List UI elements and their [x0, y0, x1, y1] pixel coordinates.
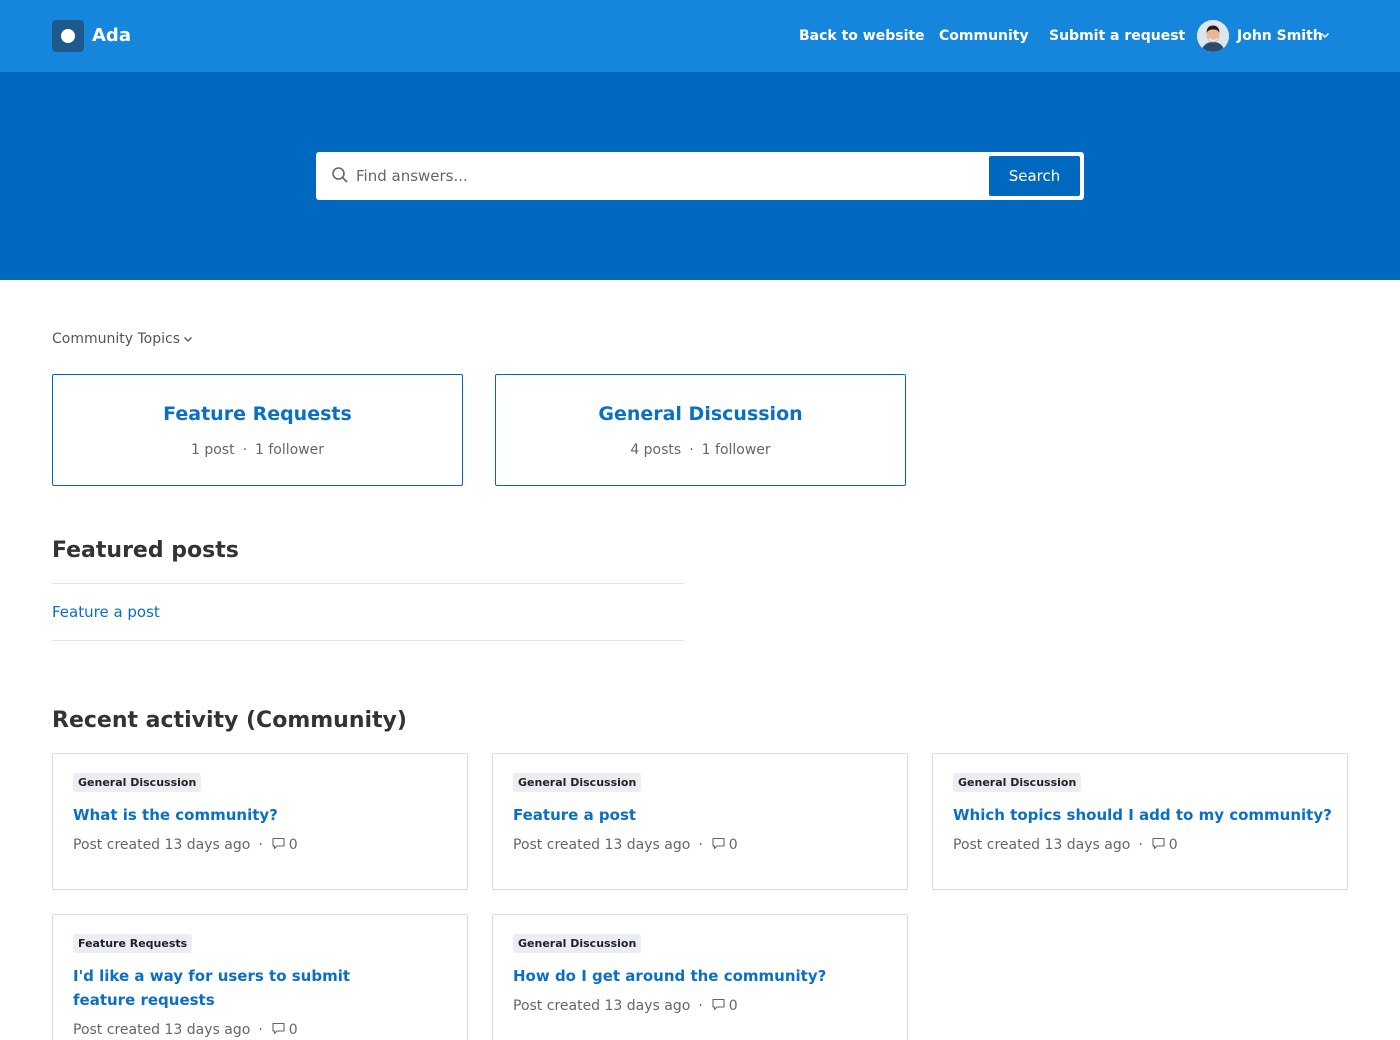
- top-navigation-bar: Ada Back to website Community Submit a r…: [0, 0, 1400, 72]
- comment-count: 0: [288, 1022, 298, 1038]
- user-menu-toggle[interactable]: John Smith: [1237, 26, 1323, 46]
- separator-dot: ·: [242, 442, 248, 458]
- separator-dot: ·: [1138, 837, 1143, 853]
- comment-count: 0: [728, 998, 738, 1014]
- separator-dot: ·: [689, 442, 694, 458]
- topic-tag[interactable]: General Discussion: [513, 934, 642, 953]
- topic-tag[interactable]: General Discussion: [513, 773, 642, 792]
- post-meta: Post created 13 days ago · 0: [73, 1020, 298, 1040]
- chevron-down-icon[interactable]: [183, 334, 193, 344]
- post-meta: Post created 13 days ago · 0: [73, 835, 298, 855]
- divider: [52, 640, 684, 641]
- post-created-text: Post created 13 days ago: [513, 998, 691, 1014]
- separator-dot: ·: [258, 837, 263, 853]
- comment-count: 0: [728, 837, 738, 853]
- post-title-link[interactable]: Feature a post: [513, 803, 863, 827]
- topic-meta: 1 post · 1 follower: [53, 441, 462, 459]
- separator-dot: ·: [698, 998, 703, 1014]
- search-button[interactable]: Search: [989, 156, 1080, 196]
- nav-community-link[interactable]: Community: [939, 26, 1029, 46]
- activity-card: General Discussion What is the community…: [52, 753, 468, 890]
- topic-tag[interactable]: General Discussion: [73, 773, 202, 792]
- comment-icon: [712, 998, 725, 1011]
- post-meta: Post created 13 days ago · 0: [513, 996, 738, 1016]
- topic-follower-count: 1 follower: [701, 442, 771, 458]
- recent-activity-heading: Recent activity (Community): [52, 708, 407, 733]
- post-title-link[interactable]: What is the community?: [73, 803, 423, 827]
- topic-post-count: 4 posts: [630, 442, 682, 458]
- topic-title[interactable]: General Discussion: [496, 402, 905, 426]
- activity-card: General Discussion Feature a post Post c…: [492, 753, 908, 890]
- nav-submit-request-link[interactable]: Submit a request: [1049, 26, 1185, 46]
- search-form: Search: [316, 152, 1084, 200]
- post-title-link[interactable]: Which topics should I add to my communit…: [953, 803, 1333, 827]
- divider: [52, 583, 684, 584]
- post-title-link[interactable]: I'd like a way for users to submit featu…: [73, 964, 413, 1012]
- community-topics-dropdown[interactable]: Community Topics: [52, 330, 180, 348]
- comment-count: 0: [1168, 837, 1178, 853]
- comment-count: 0: [288, 837, 298, 853]
- topic-post-count: 1 post: [190, 442, 235, 458]
- post-meta: Post created 13 days ago · 0: [953, 835, 1178, 855]
- post-created-text: Post created 13 days ago: [73, 1022, 251, 1038]
- comment-icon: [272, 837, 285, 850]
- topic-card-feature-requests[interactable]: Feature Requests 1 post · 1 follower: [52, 374, 463, 486]
- featured-posts-heading: Featured posts: [52, 538, 239, 563]
- activity-card: General Discussion Which topics should I…: [932, 753, 1348, 890]
- comment-icon: [712, 837, 725, 850]
- comment-icon: [272, 1022, 285, 1035]
- feature-a-post-link[interactable]: Feature a post: [52, 602, 160, 622]
- topic-tag[interactable]: Feature Requests: [73, 934, 193, 953]
- post-created-text: Post created 13 days ago: [73, 837, 251, 853]
- nav-back-to-website-link[interactable]: Back to website: [799, 26, 925, 46]
- post-created-text: Post created 13 days ago: [953, 837, 1131, 853]
- activity-card: Feature Requests I'd like a way for user…: [52, 914, 468, 1040]
- user-avatar[interactable]: [1197, 20, 1229, 52]
- activity-card: General Discussion How do I get around t…: [492, 914, 908, 1040]
- post-meta: Post created 13 days ago · 0: [513, 835, 738, 855]
- topic-tag[interactable]: General Discussion: [953, 773, 1082, 792]
- post-title-link[interactable]: How do I get around the community?: [513, 964, 863, 988]
- brand-name[interactable]: Ada: [92, 25, 131, 47]
- topic-card-general-discussion[interactable]: General Discussion 4 posts · 1 follower: [495, 374, 906, 486]
- search-input[interactable]: [356, 160, 976, 192]
- chevron-down-icon[interactable]: [1320, 30, 1330, 40]
- separator-dot: ·: [258, 1022, 263, 1038]
- brand-logo-icon[interactable]: [52, 20, 84, 52]
- separator-dot: ·: [698, 837, 703, 853]
- topic-follower-count: 1 follower: [255, 442, 325, 458]
- comment-icon: [1152, 837, 1165, 850]
- search-icon: [332, 167, 348, 183]
- post-created-text: Post created 13 days ago: [513, 837, 691, 853]
- topic-title[interactable]: Feature Requests: [53, 402, 462, 426]
- topic-meta: 4 posts · 1 follower: [496, 441, 905, 459]
